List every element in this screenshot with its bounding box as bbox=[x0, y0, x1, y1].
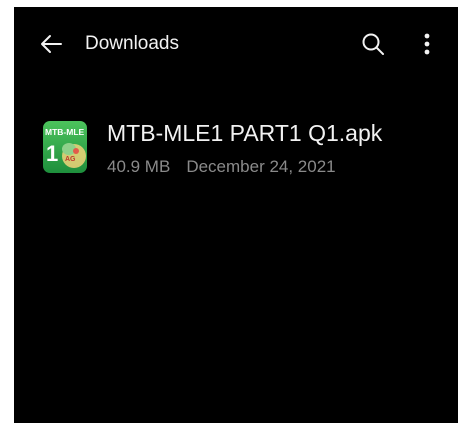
search-button[interactable] bbox=[361, 32, 385, 56]
apk-app-icon: AG MTB-MLE 1 bbox=[43, 121, 87, 173]
file-name: MTB-MLE1 PART1 Q1.apk bbox=[107, 120, 383, 146]
icon-text-top: MTB-MLE bbox=[45, 127, 85, 137]
more-vertical-icon bbox=[424, 33, 430, 55]
search-icon bbox=[362, 33, 384, 55]
app-bar: Downloads bbox=[14, 7, 458, 81]
file-meta: 40.9 MB December 24, 2021 bbox=[107, 156, 336, 178]
page-title: Downloads bbox=[85, 33, 179, 54]
icon-text-number: 1 bbox=[46, 141, 58, 166]
file-row[interactable]: AG MTB-MLE 1 MTB-MLE1 PART1 Q1.apk 40.9 … bbox=[14, 107, 458, 191]
back-button[interactable] bbox=[38, 31, 64, 57]
svg-text:AG: AG bbox=[65, 156, 76, 163]
file-size: 40.9 MB bbox=[107, 157, 171, 176]
arrow-left-icon bbox=[41, 35, 62, 53]
downloads-screen: Downloads AG MTB-MLE 1 MTB-MLE1 PART1 Q1… bbox=[14, 7, 458, 423]
more-options-button[interactable] bbox=[417, 32, 437, 56]
file-date: December 24, 2021 bbox=[186, 157, 336, 176]
file-list: AG MTB-MLE 1 MTB-MLE1 PART1 Q1.apk 40.9 … bbox=[14, 107, 458, 191]
